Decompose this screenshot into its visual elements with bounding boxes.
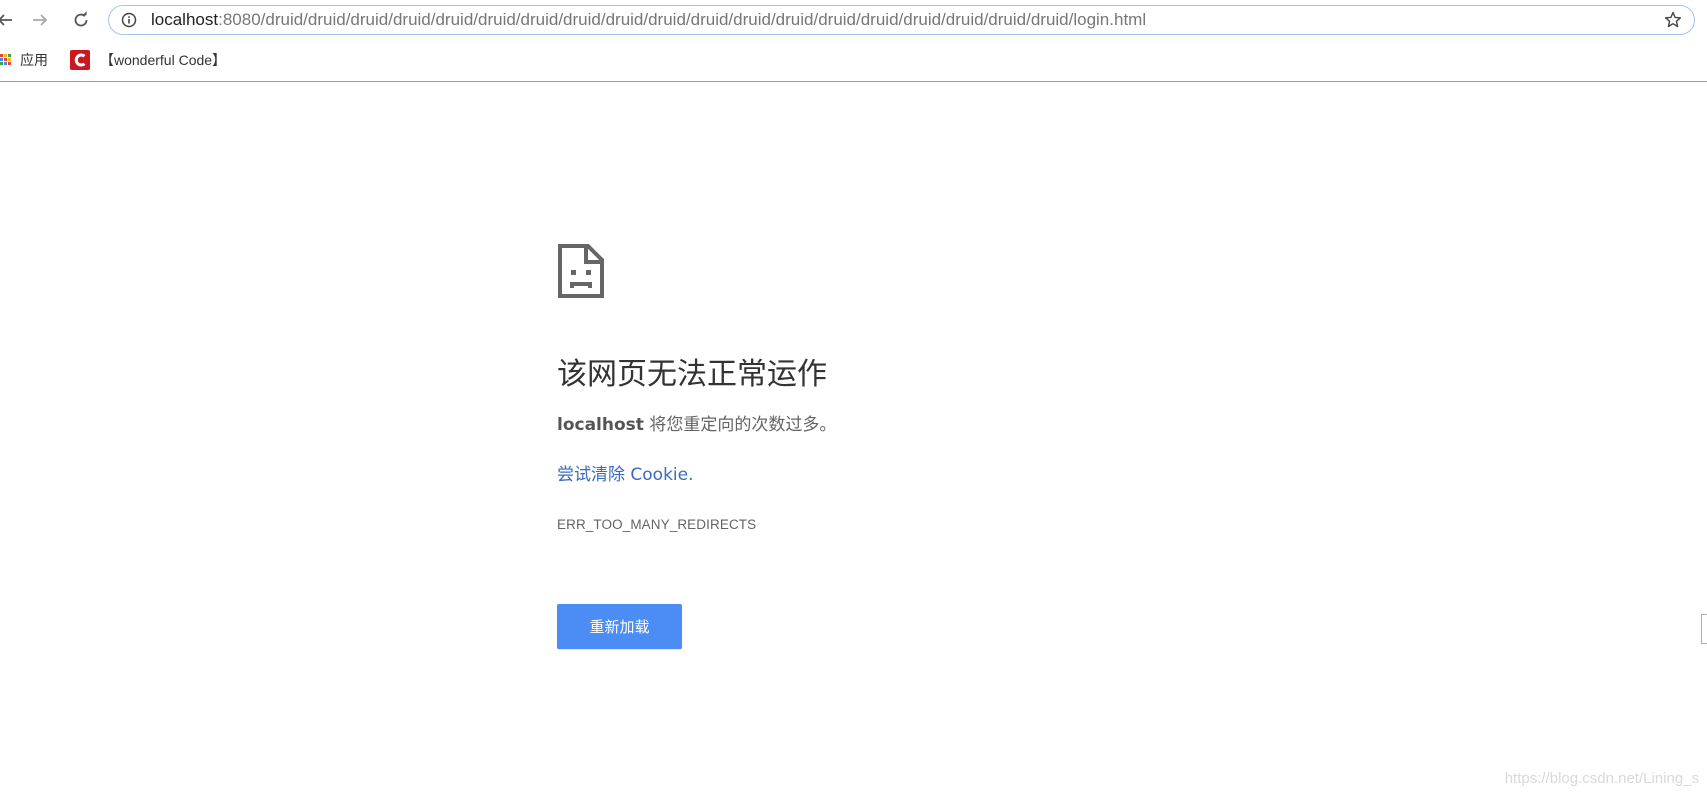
csdn-c-logo [70, 50, 90, 70]
reload-icon [74, 11, 88, 27]
url-text[interactable]: localhost:8080/druid/druid/druid/druid/d… [151, 10, 1146, 30]
forward-arrow-icon [33, 14, 48, 26]
clear-cookies-link[interactable]: 尝试清除 Cookie. [557, 463, 694, 487]
info-icon[interactable] [121, 12, 137, 28]
bookmark-wonderful-code-label: 【wonderful Code】 [100, 52, 227, 68]
error-host: localhost [557, 415, 644, 435]
reload-button[interactable] [68, 7, 94, 33]
reload-page-button[interactable]: 重新加载 [557, 604, 682, 649]
bookmarks-bar: 应用 【wonderful Code】 [0, 40, 1707, 82]
bookmark-apps-label: 应用 [20, 52, 48, 68]
url-path: :8080/druid/druid/druid/druid/druid/drui… [218, 10, 1147, 29]
watermark: https://blog.csdn.net/Lining_s [1504, 770, 1699, 787]
error-description-text: 将您重定向的次数过多。 [643, 415, 837, 435]
browser-window: localhost:8080/druid/druid/druid/druid/d… [0, 0, 1707, 799]
browser-toolbar: localhost:8080/druid/druid/druid/druid/d… [0, 0, 1707, 40]
forward-button[interactable] [27, 7, 53, 33]
star-icon[interactable] [1664, 11, 1682, 29]
address-bar[interactable]: localhost:8080/druid/druid/druid/druid/d… [108, 5, 1695, 35]
error-title: 该网页无法正常运作 [557, 357, 827, 392]
apps-grid-icon [0, 54, 11, 66]
back-arrow-icon [0, 14, 12, 26]
back-button[interactable] [0, 7, 18, 33]
url-host: localhost [151, 10, 219, 29]
bookmark-apps[interactable]: 应用 [0, 49, 48, 71]
bookmark-wonderful-code[interactable]: 【wonderful Code】 [70, 49, 226, 71]
error-description: localhost 将您重定向的次数过多。 [557, 413, 836, 437]
side-panel-handle[interactable] [1701, 614, 1707, 644]
error-code: ERR_TOO_MANY_REDIRECTS [557, 517, 757, 532]
sad-page-icon [558, 244, 604, 298]
